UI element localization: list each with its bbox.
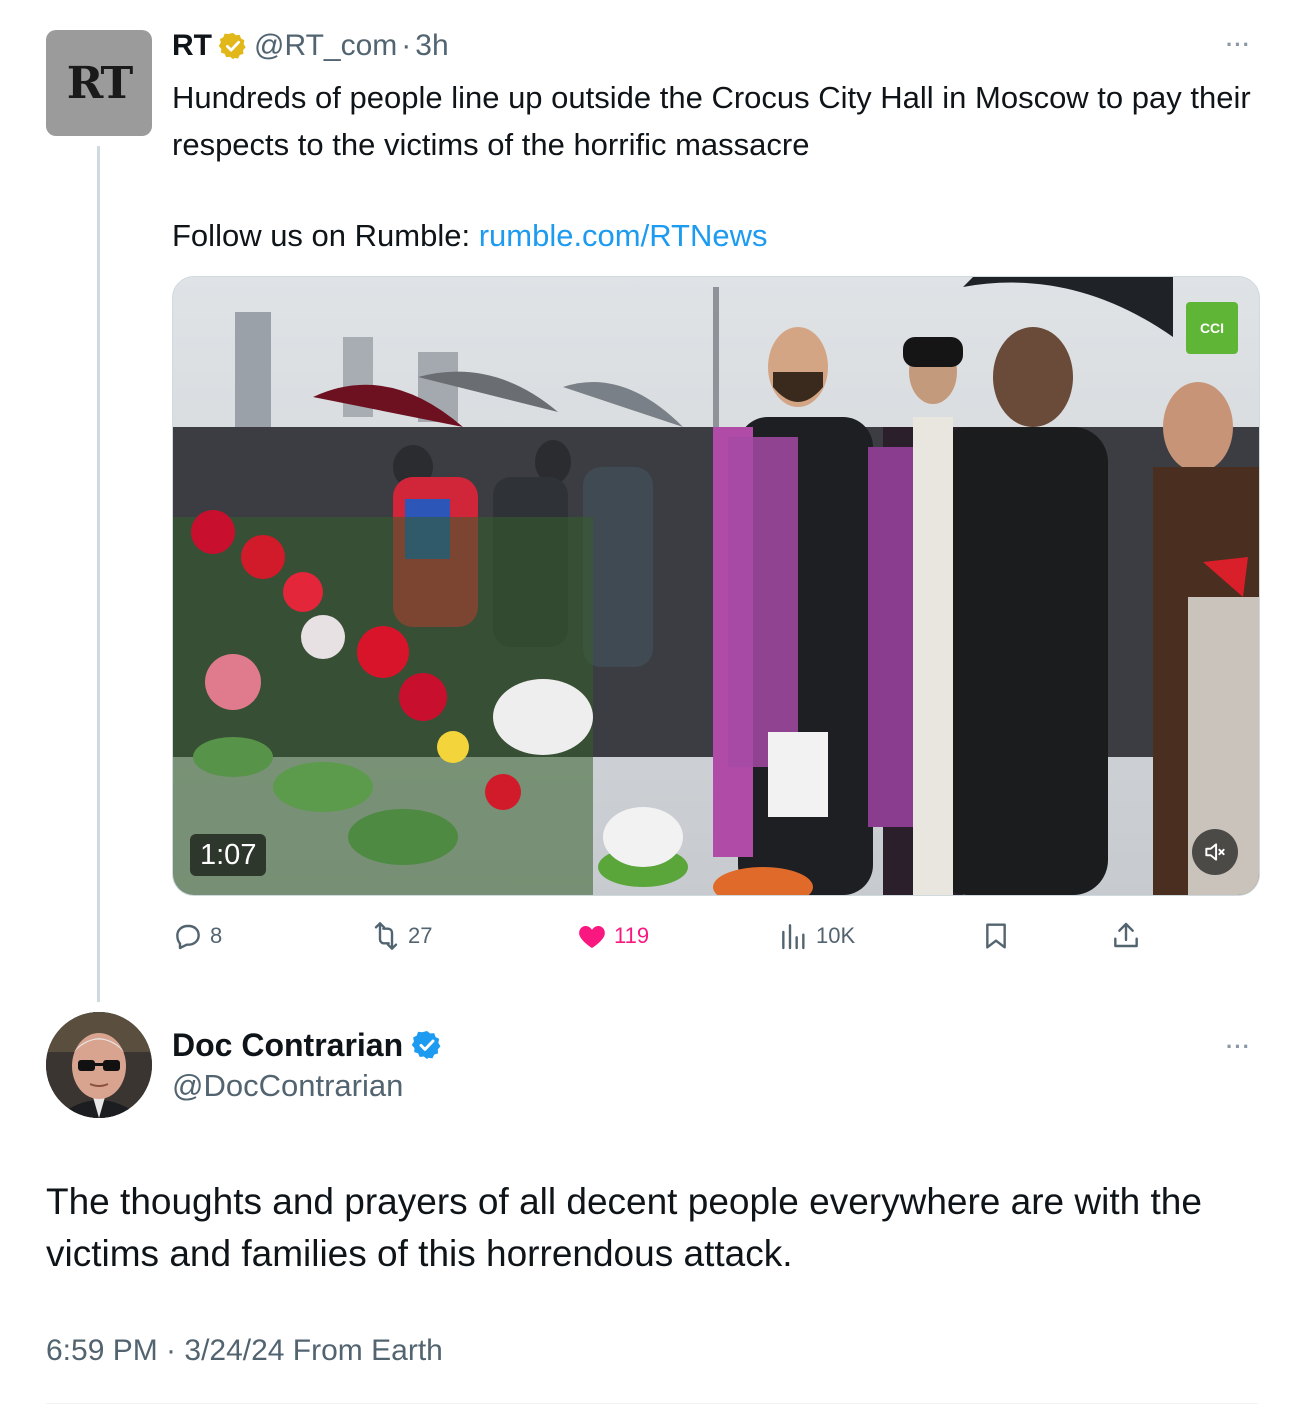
share-button[interactable] (1110, 916, 1148, 956)
bookmark-icon (986, 923, 1006, 949)
header-separator: · (401, 29, 412, 62)
like-button[interactable]: 119 (576, 916, 649, 956)
verified-blue-badge-icon (411, 1031, 441, 1059)
doc-avatar-image (46, 1012, 152, 1118)
verified-gold-badge-icon (218, 32, 246, 60)
cci-watermark-icon: CCI (1186, 302, 1238, 354)
views-icon (782, 924, 805, 950)
retweet-icon (374, 922, 398, 950)
doc-more-icon[interactable]: ··· (1226, 1034, 1251, 1060)
video-frame-image (173, 277, 1259, 895)
bookmark-button[interactable] (980, 916, 1018, 956)
rt-display-name[interactable]: RT (172, 29, 212, 63)
video-player[interactable] (172, 276, 1260, 896)
follow-prefix: Follow us on Rumble: (172, 218, 479, 253)
thread-connector-line (97, 146, 100, 1002)
like-count: 119 (614, 923, 650, 948)
rumble-link[interactable]: rumble.com/RTNews (479, 218, 768, 253)
rt-follow-line: Follow us on Rumble: rumble.com/RTNews (172, 212, 768, 259)
retweet-button[interactable]: 27 (370, 916, 432, 956)
doc-display-name-row: Doc Contrarian (172, 1024, 443, 1066)
retweet-count: 27 (408, 923, 433, 948)
doc-handle[interactable]: @DocContrarian (172, 1068, 403, 1104)
rt-avatar-logo: RT (66, 57, 134, 109)
rt-more-icon[interactable]: ··· (1226, 32, 1251, 58)
mute-icon (1205, 843, 1225, 861)
reply-icon (176, 924, 200, 950)
rt-timestamp[interactable]: 3h (415, 29, 448, 63)
reply-count: 8 (210, 923, 223, 948)
doc-avatar[interactable] (46, 1012, 152, 1118)
share-icon (1114, 922, 1138, 948)
rt-avatar[interactable]: RT (46, 30, 152, 136)
rt-tweet-header: RT @RT_com · 3h (172, 26, 449, 66)
like-icon (579, 926, 605, 948)
mute-button[interactable] (1192, 829, 1238, 875)
rt-handle[interactable]: @RT_com (254, 29, 397, 63)
video-duration-badge: 1:07 (190, 834, 267, 876)
views-count: 10K (816, 923, 856, 948)
reply-button[interactable]: 8 (172, 916, 222, 956)
rt-tweet-text: Hundreds of people line up outside the C… (172, 80, 1251, 162)
doc-tweet-timestamp[interactable]: 6:59 PM · 3/24/24 From Earth (46, 1334, 443, 1368)
views-button[interactable]: 10K (778, 916, 855, 956)
doc-display-name[interactable]: Doc Contrarian (172, 1027, 403, 1064)
watermark-text: CCI (1199, 320, 1225, 336)
divider (46, 1403, 1258, 1404)
doc-tweet-text: The thoughts and prayers of all decent p… (46, 1181, 1202, 1274)
